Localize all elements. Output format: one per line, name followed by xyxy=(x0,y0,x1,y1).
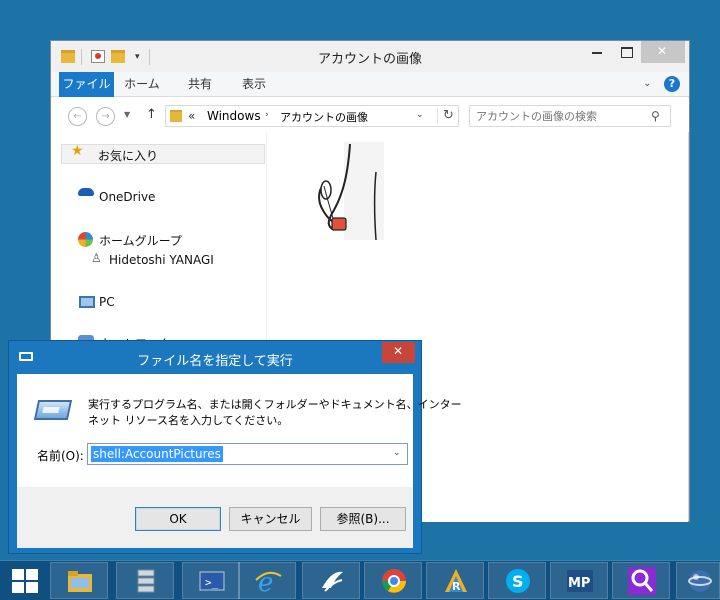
taskbar-internet-explorer[interactable]: e xyxy=(238,562,296,599)
taskbar-chrome[interactable] xyxy=(364,562,422,599)
explorer-titlebar[interactable]: ▾ アカウントの画像 xyxy=(51,41,689,72)
internet-explorer-icon: e xyxy=(255,568,282,596)
star-icon: ★ xyxy=(71,143,84,159)
search-input[interactable] xyxy=(476,108,646,124)
sidebar-item-user[interactable]: Hidetoshi YANAGI xyxy=(109,253,214,267)
run-command-value[interactable]: shell:AccountPictures xyxy=(91,446,223,462)
globe-icon xyxy=(688,570,712,592)
chevron-down-icon[interactable]: ⌄ xyxy=(393,448,401,458)
svg-text:>_: >_ xyxy=(205,576,219,589)
chevron-down-icon[interactable]: ⌄ xyxy=(643,78,651,89)
sidebar-item-label[interactable]: お気に入り xyxy=(98,147,158,164)
chevron-down-icon[interactable]: ⌄ xyxy=(416,110,424,120)
ok-button[interactable]: OK xyxy=(135,507,221,531)
close-button[interactable] xyxy=(641,41,685,63)
forward-button[interactable]: → xyxy=(96,107,115,126)
back-button[interactable]: ← xyxy=(68,107,87,126)
browse-button[interactable]: 参照(B)... xyxy=(320,507,406,531)
file-explorer-icon xyxy=(68,571,92,592)
skype-icon: S xyxy=(506,569,530,593)
user-icon: ♙ xyxy=(91,251,102,265)
taskbar-file-explorer[interactable] xyxy=(50,562,108,599)
cancel-button[interactable]: キャンセル xyxy=(229,507,312,531)
mp-icon: MP xyxy=(567,570,593,592)
chevron-right-icon[interactable]: › xyxy=(265,110,269,120)
homegroup-icon xyxy=(78,232,93,247)
run-dialog-titlebar[interactable]: ファイル名を指定して実行 xyxy=(9,341,421,371)
name-label: 名前(O): xyxy=(37,449,84,463)
account-picture-thumbnail[interactable] xyxy=(304,142,384,242)
chrome-icon xyxy=(382,569,406,593)
sidebar-item-pc[interactable]: PC xyxy=(99,295,115,309)
tab-file[interactable]: ファイル xyxy=(59,72,114,97)
minimize-button[interactable] xyxy=(583,41,611,63)
svg-text:MP: MP xyxy=(568,576,590,591)
breadcrumb-account-pictures[interactable]: アカウントの画像 xyxy=(280,109,368,125)
magnifier-icon xyxy=(628,567,656,595)
taskbar-wings-app[interactable] xyxy=(302,562,360,599)
taskbar-globe-app[interactable] xyxy=(676,562,720,599)
address-overflow[interactable]: « xyxy=(188,109,195,123)
refresh-icon[interactable]: ↻ xyxy=(437,108,454,123)
tab-share[interactable]: 共有 xyxy=(175,72,225,97)
powershell-icon: >_ xyxy=(199,571,225,591)
up-arrow-icon[interactable]: ↑ xyxy=(146,107,157,122)
windows-logo-icon xyxy=(26,569,38,580)
taskbar-powershell[interactable]: >_ xyxy=(182,562,240,599)
dialog-description: 実行するプログラム名、または開くフォルダーやドキュメント名、インター xyxy=(88,398,462,411)
taskbar: >_ e R S MP xyxy=(0,560,720,600)
sidebar-item-favorites[interactable] xyxy=(61,144,265,164)
taskbar-search-app[interactable] xyxy=(612,562,670,599)
start-button[interactable] xyxy=(12,569,38,593)
windows-logo-icon xyxy=(12,582,24,593)
run-command-input[interactable]: shell:AccountPictures ⌄ xyxy=(87,443,408,465)
dialog-title: ファイル名を指定して実行 xyxy=(137,354,293,369)
address-bar[interactable]: « Windows › アカウントの画像 ⌄ ↻ xyxy=(165,105,459,127)
tab-view[interactable]: 表示 xyxy=(229,72,279,97)
svg-text:R: R xyxy=(452,580,461,593)
computer-icon xyxy=(79,296,95,308)
taskbar-mp[interactable]: MP xyxy=(550,562,608,599)
svg-text:S: S xyxy=(512,572,524,591)
navigation-bar: ← → ▼ ↑ « Windows › アカウントの画像 ⌄ ↻ ⚲ xyxy=(51,98,689,132)
dialog-description-line2: ネット リソース名を入力してください。 xyxy=(88,414,289,427)
taskbar-server-manager[interactable] xyxy=(116,562,174,599)
folder-icon xyxy=(170,110,182,122)
breadcrumb-windows[interactable]: Windows xyxy=(207,109,261,123)
run-program-icon xyxy=(33,400,73,420)
search-box[interactable]: ⚲ xyxy=(469,105,671,127)
recent-locations-icon[interactable]: ▼ xyxy=(124,110,130,119)
windows-logo-icon xyxy=(12,569,24,580)
cloud-icon xyxy=(78,188,94,196)
sidebar-item-onedrive[interactable]: OneDrive xyxy=(99,190,155,204)
close-button[interactable] xyxy=(382,342,415,363)
run-dialog-body: 実行するプログラム名、または開くフォルダーやドキュメント名、インター ネット リ… xyxy=(17,374,462,487)
r-app-icon: R xyxy=(445,569,467,593)
search-icon[interactable]: ⚲ xyxy=(651,109,660,123)
run-dialog-footer: OK キャンセル 参照(B)... xyxy=(17,487,413,548)
wings-icon xyxy=(322,571,343,592)
ribbon: ファイル ホーム 共有 表示 ⌄ ? xyxy=(51,72,689,97)
sidebar-item-homegroup[interactable]: ホームグループ xyxy=(99,232,182,249)
server-manager-icon xyxy=(137,569,155,593)
taskbar-skype[interactable]: S xyxy=(488,562,546,599)
windows-logo-icon xyxy=(26,582,38,593)
run-dialog: ファイル名を指定して実行 実行するプログラム名、または開くフォルダーやドキュメン… xyxy=(8,340,462,554)
tab-home[interactable]: ホーム xyxy=(117,72,167,97)
taskbar-r-app[interactable]: R xyxy=(426,562,484,599)
maximize-button[interactable] xyxy=(612,41,640,63)
help-icon[interactable]: ? xyxy=(664,76,680,92)
